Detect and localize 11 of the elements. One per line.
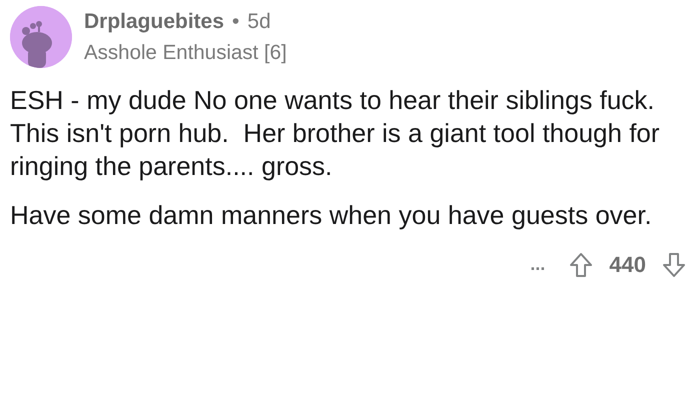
downvote-icon[interactable] — [662, 252, 686, 278]
comment-age: 5d — [247, 9, 271, 35]
user-flair: Asshole Enthusiast [6] — [84, 40, 287, 66]
comment-paragraph: Have some damn manners when you have guests over. — [10, 199, 653, 232]
vote-score: 440 — [609, 251, 646, 280]
upvote-icon[interactable] — [569, 252, 594, 278]
username[interactable]: Drplaguebites — [84, 6, 224, 38]
separator-dot: • — [232, 9, 240, 35]
more-options-button[interactable]: ... — [530, 251, 546, 278]
comment-paragraph: ESH - my dude No one wants to hear their siblings fuck. This isn't porn hub. Her brother is a giant tool though for ringing the parents.... gross. — [10, 84, 661, 184]
avatar-icon[interactable] — [10, 6, 72, 68]
